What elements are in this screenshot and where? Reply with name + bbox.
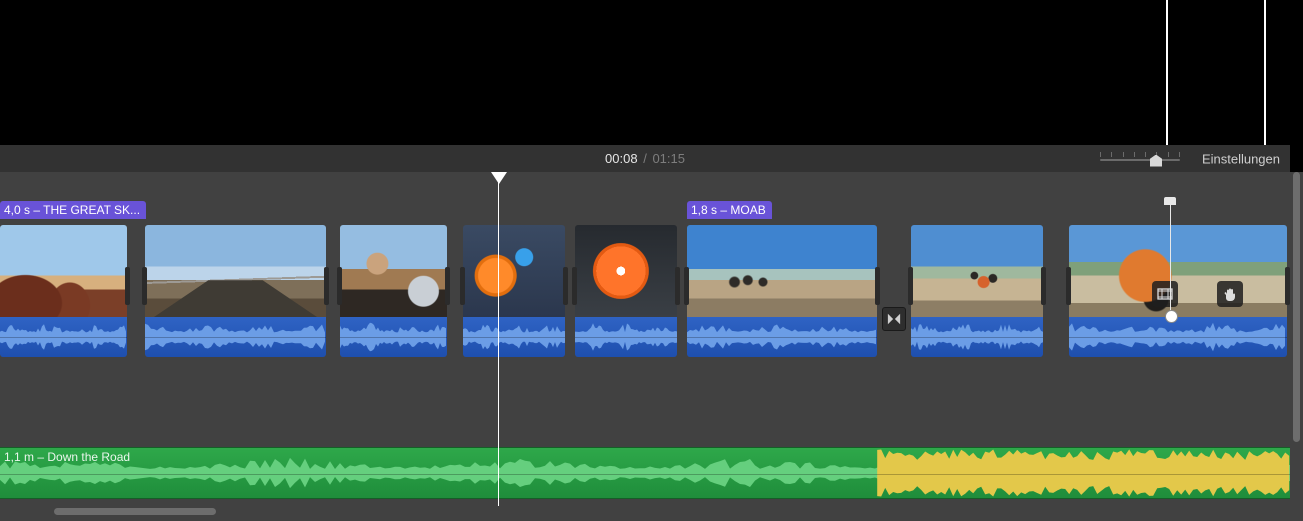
timeline-toolbar: 00:08 / 01:15 Einstellungen	[0, 145, 1290, 172]
clip-audio-waveform	[687, 317, 877, 357]
clip-trim-handle-left[interactable]	[572, 267, 577, 305]
horizontal-scrollbar[interactable]	[0, 506, 1290, 517]
zoom-slider-track	[1100, 159, 1180, 161]
transition-icon[interactable]	[882, 307, 906, 331]
clip-audio-waveform	[463, 317, 565, 357]
timeline-viewport[interactable]: 4,0 s – THE GREAT SK... 1,8 s – MOAB 1,1 …	[0, 172, 1290, 521]
keyframe-marker[interactable]	[1170, 201, 1171, 317]
hand-icon[interactable]	[1217, 281, 1243, 307]
zoom-slider[interactable]	[1100, 152, 1180, 166]
clip-trim-handle-left[interactable]	[1066, 267, 1071, 305]
callout-line-zoom	[1166, 0, 1168, 145]
time-readout: 00:08 / 01:15	[605, 151, 685, 166]
music-waveform	[0, 448, 1290, 498]
clip-audio-waveform	[575, 317, 677, 357]
clip-trim-handle-left[interactable]	[460, 267, 465, 305]
playhead[interactable]	[498, 172, 499, 506]
video-clip[interactable]	[340, 225, 447, 357]
time-separator: /	[643, 151, 647, 166]
clip-trim-handle-left[interactable]	[684, 267, 689, 305]
clip-trim-handle-right[interactable]	[125, 267, 130, 305]
clip-title-tag[interactable]: 1,8 s – MOAB	[687, 201, 772, 219]
clip-thumbnail	[911, 225, 1043, 317]
video-clip[interactable]: 1,8 s – MOAB	[687, 225, 877, 357]
horizontal-scrollbar-thumb[interactable]	[54, 508, 216, 515]
clip-audio-waveform	[340, 317, 447, 357]
clip-trim-handle-right[interactable]	[563, 267, 568, 305]
music-track-title: 1,1 m – Down the Road	[4, 450, 130, 464]
clip-thumbnail	[575, 225, 677, 317]
vertical-scrollbar-thumb[interactable]	[1293, 172, 1300, 442]
clip-trim-handle-right[interactable]	[875, 267, 880, 305]
clip-audio-waveform	[1069, 317, 1287, 357]
clip-trim-handle-left[interactable]	[142, 267, 147, 305]
settings-button[interactable]: Einstellungen	[1202, 151, 1280, 166]
callout-line-settings	[1264, 0, 1266, 145]
clip-trim-handle-right[interactable]	[1285, 267, 1290, 305]
video-clip[interactable]	[911, 225, 1043, 357]
time-total: 01:15	[652, 151, 685, 166]
filmstrip-icon[interactable]	[1152, 281, 1178, 307]
clip-trim-handle-right[interactable]	[675, 267, 680, 305]
clip-thumbnail	[0, 225, 127, 317]
clip-trim-handle-left[interactable]	[908, 267, 913, 305]
clip-thumbnail	[1069, 225, 1287, 317]
video-clip[interactable]	[463, 225, 565, 357]
video-clip[interactable]: 4,0 s – THE GREAT SK...	[0, 225, 127, 357]
video-clip[interactable]	[575, 225, 677, 357]
clip-title-tag[interactable]: 4,0 s – THE GREAT SK...	[0, 201, 146, 219]
video-clip[interactable]	[145, 225, 326, 357]
clip-audio-waveform	[0, 317, 127, 357]
music-track[interactable]: 1,1 m – Down the Road	[0, 447, 1290, 499]
time-current: 00:08	[605, 151, 638, 166]
clip-thumbnail	[145, 225, 326, 317]
clip-audio-waveform	[911, 317, 1043, 357]
clip-trim-handle-right[interactable]	[324, 267, 329, 305]
clip-trim-handle-left[interactable]	[337, 267, 342, 305]
clip-thumbnail	[463, 225, 565, 317]
clip-audio-waveform	[145, 317, 326, 357]
vertical-scrollbar[interactable]	[1290, 172, 1303, 521]
zoom-slider-ticks	[1100, 152, 1180, 157]
video-clip-row: 4,0 s – THE GREAT SK... 1,8 s – MOAB	[0, 225, 1290, 381]
clip-thumbnail	[687, 225, 877, 317]
clip-trim-handle-right[interactable]	[1041, 267, 1046, 305]
clip-trim-handle-right[interactable]	[445, 267, 450, 305]
clip-thumbnail	[340, 225, 447, 317]
video-clip[interactable]	[1069, 225, 1287, 357]
